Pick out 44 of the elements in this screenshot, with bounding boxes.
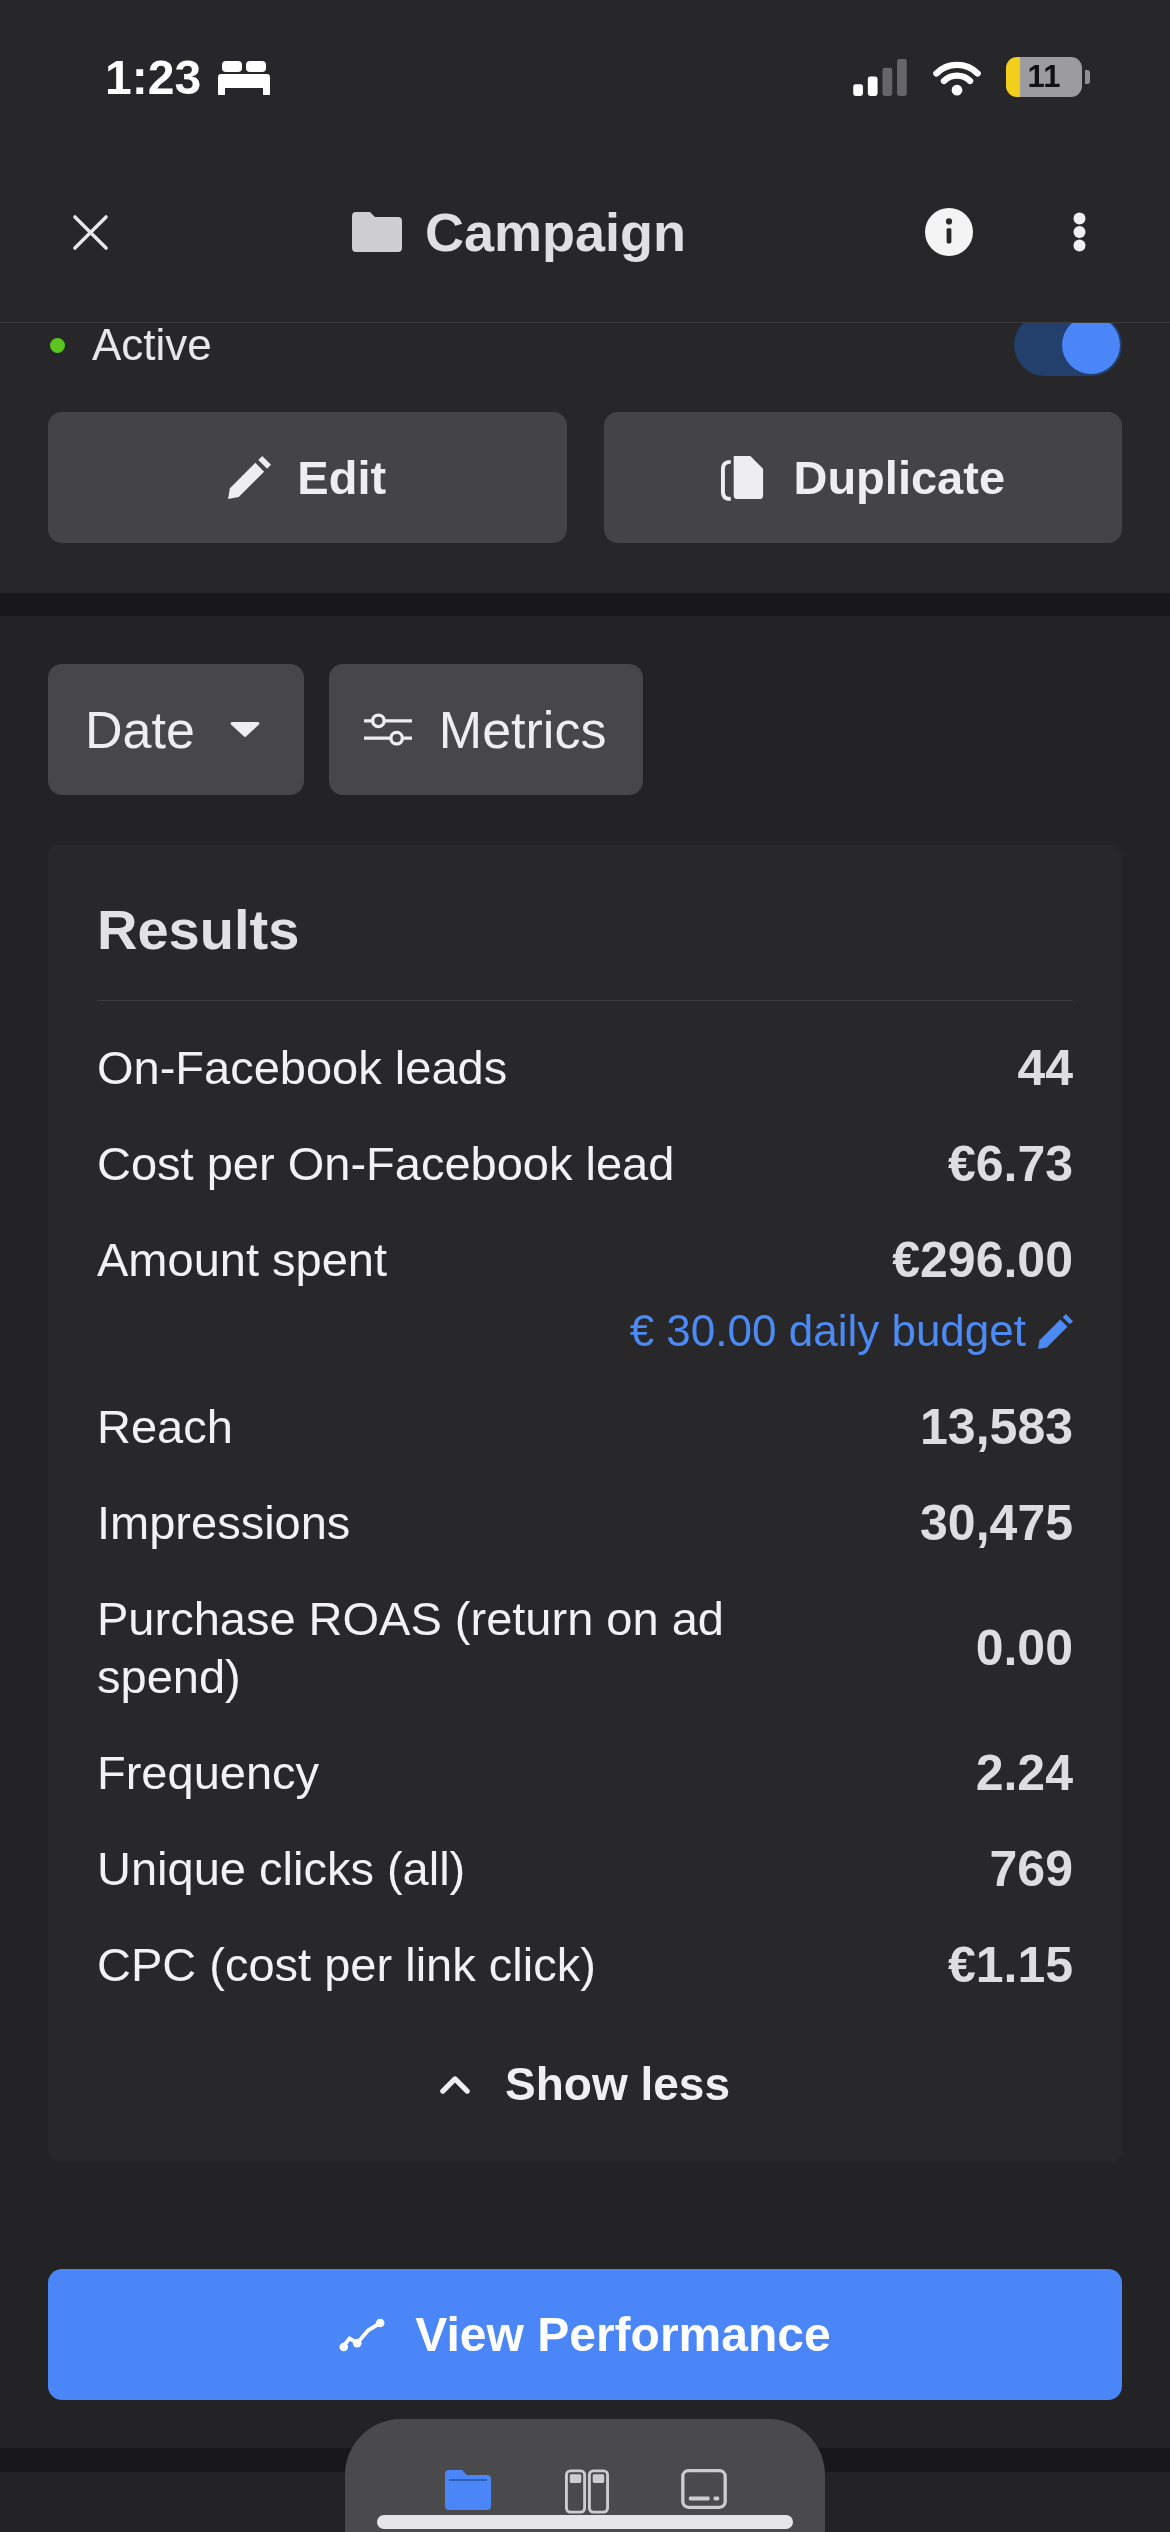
battery-indicator: 11 — [1006, 57, 1090, 97]
more-options-icon[interactable] — [1073, 212, 1086, 252]
metric-value: €296.00 — [892, 1231, 1073, 1289]
metric-label: Unique clicks (all) — [97, 1841, 466, 1897]
info-icon[interactable] — [925, 208, 973, 256]
caret-icon — [229, 721, 260, 738]
metric-label: Amount spent — [97, 1232, 387, 1288]
metric-value: €1.15 — [947, 1936, 1073, 1994]
metric-value: 0.00 — [975, 1619, 1073, 1677]
metric-label: Reach — [97, 1399, 233, 1455]
budget-link[interactable]: € 30.00 daily budget — [629, 1306, 1073, 1356]
metric-label: On-Facebook leads — [97, 1040, 508, 1096]
metric-value: €6.73 — [947, 1135, 1073, 1193]
metric-label: CPC (cost per link click) — [97, 1937, 596, 1993]
metric-label: Cost per On-Facebook lead — [97, 1136, 675, 1192]
dropdown-button[interactable]: Date — [48, 664, 304, 795]
metric-value: 44 — [1017, 1039, 1073, 1097]
metrics-button[interactable]: Metrics — [328, 664, 644, 795]
metric-value: 13,583 — [920, 1398, 1073, 1456]
bed-icon — [218, 59, 271, 95]
close-icon[interactable] — [72, 213, 109, 251]
edit-button[interactable]: Edit — [48, 412, 567, 543]
metric-label: Impressions — [97, 1495, 351, 1551]
folder-icon — [352, 212, 402, 252]
folder-tab-icon[interactable] — [443, 2469, 493, 2511]
metric-value: 769 — [989, 1840, 1073, 1898]
tablet-icon[interactable] — [681, 2469, 727, 2509]
toggle-switch[interactable] — [1014, 323, 1122, 376]
metric-value: 2.24 — [975, 1744, 1073, 1802]
duplicate-button[interactable]: Duplicate — [603, 412, 1122, 543]
columns-icon[interactable] — [565, 2469, 609, 2514]
metric-label: Frequency — [97, 1745, 320, 1801]
header-title: Campaign — [425, 201, 687, 263]
metric-value: 30,475 — [920, 1494, 1073, 1552]
clock-time: 1:23 — [105, 49, 202, 105]
metric-label: Purchase ROAS (return on ad spend) — [97, 1591, 725, 1705]
pencil-icon — [228, 456, 272, 499]
pencil-icon — [1038, 1313, 1073, 1349]
status-label: Active — [92, 323, 212, 367]
card-title: Results — [97, 900, 301, 960]
chart-line-icon — [339, 2317, 386, 2352]
sliders-icon — [363, 712, 412, 747]
collapse-button[interactable]: Show less — [430, 2044, 740, 2124]
signal-icon — [853, 58, 908, 96]
